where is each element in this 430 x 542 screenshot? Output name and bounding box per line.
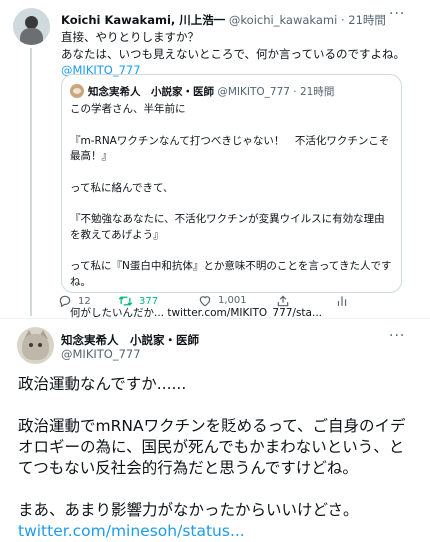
share-button[interactable] xyxy=(276,294,290,308)
quoted-author-name: 知念実希人 小説家・医師 xyxy=(88,86,214,98)
retweet-icon xyxy=(118,296,133,306)
main-tweet-text: 政治運動なんですか...... 政治運動でmRNAワクチンを貶めるって、ご自身の… xyxy=(18,374,418,542)
reply-count: 12 xyxy=(78,295,91,307)
reply-icon xyxy=(59,295,71,308)
quoted-time: · 21時間 xyxy=(293,86,335,98)
avatar[interactable] xyxy=(13,8,50,45)
quoted-paragraph: って私に絡んできて、 xyxy=(70,181,174,194)
tweet-paragraph: 政治運動でmRNAワクチンを貶めるって、ご自身のイデオロギーの為に、国民が死んで… xyxy=(18,417,406,477)
quoted-avatar xyxy=(70,84,84,98)
avatar-cat xyxy=(22,334,49,360)
quoted-paragraph: この学者さん、半年前に xyxy=(70,103,186,115)
avatar-eye xyxy=(38,343,42,347)
author-name[interactable]: Koichi Kawakami, 川上浩一 xyxy=(61,13,225,27)
like-count: 1,001 xyxy=(218,295,247,306)
analytics-button[interactable] xyxy=(336,294,348,307)
tweet-time[interactable]: · 21時間 xyxy=(341,13,386,27)
status-link[interactable]: twitter.com/minesoh/status... xyxy=(18,521,418,542)
more-options-icon[interactable]: ··· xyxy=(389,6,405,22)
more-options-icon[interactable]: ··· xyxy=(389,328,405,344)
tweet-actions: 12 377 1,001 xyxy=(58,294,358,310)
author-handle[interactable]: @koichi_kawakami xyxy=(229,13,337,27)
avatar-eye xyxy=(29,343,33,347)
quoted-text: この学者さん、半年前に 『m-RNAワクチンなんて打つべきじゃない！ 不活化ワク… xyxy=(70,102,395,322)
avatar-body xyxy=(20,28,43,45)
quoted-header: 知念実希人 小説家・医師 @MIKITO_777 · 21時間 xyxy=(88,84,334,99)
tweet-line: 直接、やりとりしますか？ xyxy=(61,30,199,44)
tweet-paragraph: 政治運動なんですか...... xyxy=(18,375,187,393)
author-name[interactable]: 知念実希人 小説家・医師 xyxy=(61,332,199,348)
like-button[interactable]: 1,001 xyxy=(198,294,247,307)
tweet-divider xyxy=(0,318,430,319)
retweet-count: 377 xyxy=(139,295,159,307)
author-handle[interactable]: @MIKITO_777 xyxy=(61,347,141,361)
tweet-paragraph: まあ、あまり影響力がなかったからいいけどさ。 xyxy=(18,501,359,519)
analytics-icon xyxy=(337,296,347,306)
quoted-tweet[interactable]: 知念実希人 小説家・医師 @MIKITO_777 · 21時間 この学者さん、半… xyxy=(61,74,402,319)
quoted-paragraph: 『m-RNAワクチンなんて打つべきじゃない！ 不活化ワクチンこそ最高！』 xyxy=(70,134,390,163)
retweet-button[interactable]: 377 xyxy=(118,294,158,308)
tweet-text: 直接、やりとりしますか？ あなたは、いつも見えないところで、何か言っているのです… xyxy=(61,29,405,79)
share-icon xyxy=(277,295,289,307)
thread-line xyxy=(30,48,32,316)
avatar[interactable] xyxy=(17,327,54,364)
tweet-header: Koichi Kawakami, 川上浩一 @koichi_kawakami ·… xyxy=(61,12,386,28)
reply-button[interactable]: 12 xyxy=(58,294,91,308)
quoted-paragraph: って私に『N蛋白中和抗体』とか意味不明のことを言ってきた人ですね。 xyxy=(70,260,392,288)
tweet-line: あなたは、いつも見えないところで、何か言っているのですよね。 xyxy=(61,46,405,61)
heart-icon xyxy=(199,296,211,307)
quoted-author-handle: @MIKITO_777 xyxy=(217,86,290,98)
quoted-paragraph: 『不勉強なあなたに、不活化ワクチンが変異ウイルスに有効な理由を教えてあげよう』 xyxy=(70,213,385,241)
